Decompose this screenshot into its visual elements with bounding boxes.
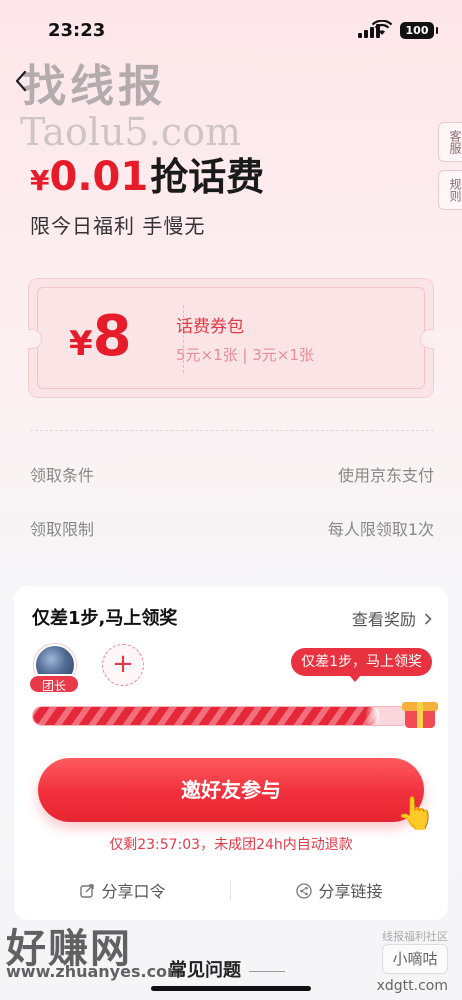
progress-tip-bubble: 仅差1步，马上领奖	[291, 648, 432, 682]
countdown-text: 仅剩23:57:03，未成团24h内自动退款	[109, 837, 353, 853]
add-member-button[interactable]: +	[102, 644, 144, 686]
customer-service-tab[interactable]: 客服	[438, 122, 462, 162]
hero-title: 抢话费	[150, 155, 265, 199]
group-card: 仅差1步,马上领奖 查看奖励 团长 + 仅差1步，马上领奖 邀好友参与 👆 仅剩…	[14, 586, 448, 920]
share-code-button[interactable]: 分享口令	[14, 878, 231, 902]
condition-label: 领取条件	[30, 466, 95, 485]
group-progress-bar	[32, 706, 410, 726]
share-link-button[interactable]: 分享链接	[231, 878, 448, 902]
view-rewards-link[interactable]: 查看奖励	[352, 606, 432, 630]
limit-value: 每人限领取1次	[327, 520, 434, 539]
coupon-card: ¥8	[28, 278, 434, 398]
wifi-icon	[372, 20, 392, 35]
condition-row: 领取条件 使用京东支付	[30, 462, 434, 486]
limit-row: 领取限制 每人限领取1次	[30, 516, 434, 540]
battery-icon: 100	[400, 22, 438, 39]
chevron-left-icon	[15, 70, 27, 92]
coupon-detail: 5元×1张 | 3元×1张	[176, 346, 314, 364]
pointing-hand-icon: 👆	[396, 794, 436, 832]
watermark-top: 找线报	[22, 61, 166, 112]
share-link-icon	[296, 883, 313, 899]
coupon-name: 话费券包	[176, 317, 244, 337]
group-title: 仅差1步,马上领奖	[32, 608, 178, 629]
coupon-value: ¥8	[69, 304, 132, 369]
condition-value: 使用京东支付	[337, 466, 434, 485]
watermark-right-badge: 小嘀咕	[382, 944, 448, 974]
watermark-right-caption: 线报福利社区	[382, 930, 448, 943]
home-indicator	[151, 986, 311, 991]
hero-subtitle: 限今日福利 手慢无	[30, 214, 206, 238]
rules-tab[interactable]: 规则	[438, 170, 462, 210]
limit-label: 领取限制	[30, 520, 95, 539]
hero-amount: ¥0.01	[30, 154, 149, 200]
share-row: 分享口令 分享链接	[14, 878, 448, 902]
leader-badge: 团长	[28, 674, 80, 694]
status-time: 23:23	[48, 20, 106, 41]
watermark-right-url: xdgtt.com	[376, 978, 448, 994]
share-code-icon	[80, 884, 95, 898]
hero-headline: ¥0.01 抢话费	[30, 146, 264, 201]
chevron-right-icon	[424, 613, 432, 625]
share-divider	[230, 880, 231, 900]
back-button[interactable]	[14, 70, 38, 94]
divider	[30, 430, 434, 431]
invite-friends-button[interactable]: 邀好友参与	[38, 758, 424, 822]
progress-fill	[33, 707, 379, 725]
gift-icon	[402, 694, 438, 730]
watermark-bottom-url: www.zhuanyes.com	[6, 962, 184, 981]
